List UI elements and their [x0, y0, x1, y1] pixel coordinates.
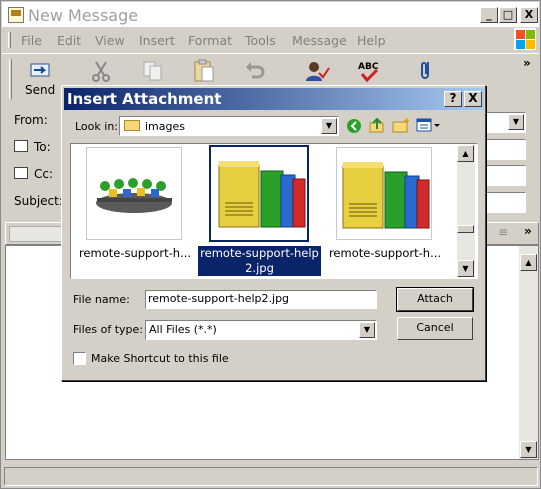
- menu-file[interactable]: File: [21, 33, 42, 48]
- subject-field[interactable]: [485, 192, 526, 213]
- status-bar: [4, 467, 538, 486]
- view-menu-icon[interactable]: [416, 117, 442, 133]
- cc-field[interactable]: [485, 165, 526, 186]
- make-shortcut-label[interactable]: Make Shortcut to this file: [91, 352, 229, 365]
- file-name-line1: remote-support-help: [200, 246, 319, 260]
- toolbar-grip: [9, 59, 12, 99]
- send-icon[interactable]: [28, 59, 54, 83]
- file-list-scroll-up-button[interactable]: ▲: [457, 145, 474, 162]
- cc-label[interactable]: Cc:: [34, 167, 53, 181]
- menu-grip: [8, 32, 11, 48]
- toolbar-overflow-button[interactable]: »: [523, 56, 531, 70]
- menu-bar: File Edit View Insert Format Tools Messa…: [2, 28, 539, 52]
- new-message-app-icon: [8, 7, 24, 23]
- files-of-type-dropdown-arrow[interactable]: ▼: [359, 322, 375, 338]
- files-of-type-combo[interactable]: All Files (*.*) ▼: [145, 320, 377, 340]
- menu-tools[interactable]: Tools: [245, 33, 276, 48]
- menu-edit[interactable]: Edit: [57, 33, 81, 48]
- check-names-icon[interactable]: [304, 59, 330, 83]
- file-name-line2: 2.jpg: [245, 261, 274, 275]
- up-one-level-icon[interactable]: [369, 117, 385, 133]
- menu-format[interactable]: Format: [188, 33, 232, 48]
- from-field[interactable]: ▼: [485, 112, 526, 133]
- file-list-scrollbar[interactable]: ▲ ▼: [457, 145, 475, 277]
- file-name-label[interactable]: remote-support-h...: [325, 246, 445, 260]
- menu-view[interactable]: View: [95, 33, 125, 48]
- to-field[interactable]: [485, 139, 526, 160]
- address-book-cc-icon[interactable]: [14, 167, 28, 179]
- files-of-type-label: Files of type:: [73, 323, 144, 336]
- window-title: New Message: [28, 6, 139, 25]
- dialog-title: Insert Attachment: [67, 90, 222, 108]
- cut-icon[interactable]: [88, 59, 114, 83]
- paste-icon[interactable]: [191, 59, 217, 83]
- make-shortcut-checkbox[interactable]: [73, 352, 86, 365]
- windows-logo-icon: [514, 28, 536, 50]
- insert-attachment-dialog: Insert Attachment ? X Look in: images ▼ …: [61, 85, 486, 381]
- attach-icon[interactable]: [414, 59, 440, 83]
- file-thumbnail-selected[interactable]: [209, 145, 309, 242]
- address-book-to-icon[interactable]: [14, 140, 28, 152]
- to-label[interactable]: To:: [34, 140, 51, 154]
- align-icon[interactable]: ≡: [498, 225, 508, 239]
- title-bar: New Message _ □ X: [2, 2, 539, 27]
- look-in-value: images: [145, 120, 185, 133]
- spelling-icon[interactable]: ABC: [356, 59, 382, 83]
- maximize-button[interactable]: □: [499, 7, 517, 23]
- close-button[interactable]: X: [520, 7, 538, 23]
- body-scroll-down-button[interactable]: ▼: [520, 441, 537, 458]
- new-folder-icon[interactable]: [392, 117, 410, 133]
- look-in-dropdown-arrow[interactable]: ▼: [321, 118, 337, 134]
- folder-icon: [124, 120, 140, 131]
- file-name-label-selected[interactable]: remote-support-help 2.jpg: [198, 246, 321, 276]
- from-dropdown-arrow[interactable]: ▼: [508, 114, 524, 130]
- format-overflow-button[interactable]: »: [524, 224, 532, 238]
- body-scrollbar[interactable]: ▲ ▼: [519, 246, 538, 459]
- undo-icon[interactable]: [242, 59, 268, 83]
- minimize-button[interactable]: _: [480, 7, 498, 23]
- menu-help[interactable]: Help: [357, 33, 386, 48]
- font-combo[interactable]: [9, 226, 67, 242]
- dialog-title-bar: Insert Attachment ? X: [64, 88, 484, 110]
- look-in-combo[interactable]: images ▼: [119, 116, 339, 136]
- from-label: From:: [14, 113, 48, 127]
- attach-button[interactable]: Attach: [396, 287, 474, 312]
- file-list-scroll-thumb[interactable]: [457, 225, 474, 233]
- menu-insert[interactable]: Insert: [139, 33, 175, 48]
- file-thumbnail[interactable]: [336, 147, 432, 240]
- cancel-button[interactable]: Cancel: [397, 317, 473, 340]
- subject-label: Subject:: [14, 194, 63, 208]
- file-name-label-text: File name:: [73, 293, 130, 306]
- files-of-type-value: All Files (*.*): [149, 323, 217, 336]
- look-in-label: Look in:: [75, 120, 118, 133]
- back-icon[interactable]: [347, 119, 361, 133]
- dialog-help-button[interactable]: ?: [444, 91, 462, 107]
- file-name-label[interactable]: remote-support-h...: [75, 246, 195, 260]
- file-thumbnail[interactable]: [86, 147, 182, 240]
- file-list-scroll-down-button[interactable]: ▼: [457, 260, 474, 277]
- dialog-close-button[interactable]: X: [464, 91, 482, 107]
- send-button-label[interactable]: Send: [25, 83, 55, 97]
- menu-message[interactable]: Message: [292, 33, 347, 48]
- file-list[interactable]: remote-support-h... remote-support-help …: [70, 143, 478, 279]
- copy-icon[interactable]: [140, 59, 166, 83]
- body-scroll-up-button[interactable]: ▲: [520, 254, 537, 271]
- file-name-input[interactable]: remote-support-help2.jpg: [145, 290, 377, 309]
